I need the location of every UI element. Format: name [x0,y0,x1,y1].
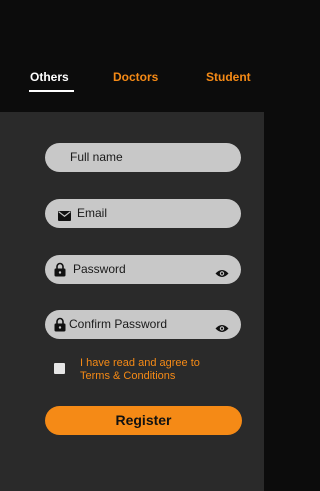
confirm-password-field[interactable]: Confirm Password [45,310,241,339]
register-screen: Others Doctors Student Full name Email P… [0,0,264,491]
active-tab-indicator [29,90,74,92]
eye-icon[interactable] [215,265,229,283]
terms-line-2: Terms & Conditions [80,370,176,382]
password-placeholder: Password [73,262,126,276]
confirm-password-placeholder: Confirm Password [69,317,168,331]
envelope-icon [58,208,71,226]
register-button[interactable]: Register [45,406,242,435]
full-name-field[interactable]: Full name [45,143,241,172]
email-placeholder: Email [77,206,108,220]
lock-icon [54,317,66,337]
eye-icon[interactable] [215,320,229,338]
email-field[interactable]: Email [45,199,241,228]
tab-doctors[interactable]: Doctors [113,70,158,84]
lock-icon [54,262,66,282]
password-field[interactable]: Password [45,255,241,284]
terms-checkbox[interactable] [54,363,65,374]
header-bar: Others Doctors Student [0,0,264,112]
user-type-tabs: Others Doctors Student [0,70,264,96]
tab-others[interactable]: Others [30,70,69,84]
terms-text[interactable]: I have read and agree to Terms & Conditi… [80,357,200,383]
terms-line-1: I have read and agree to [80,357,200,369]
tab-student[interactable]: Student [206,70,251,84]
full-name-placeholder: Full name [70,150,123,164]
